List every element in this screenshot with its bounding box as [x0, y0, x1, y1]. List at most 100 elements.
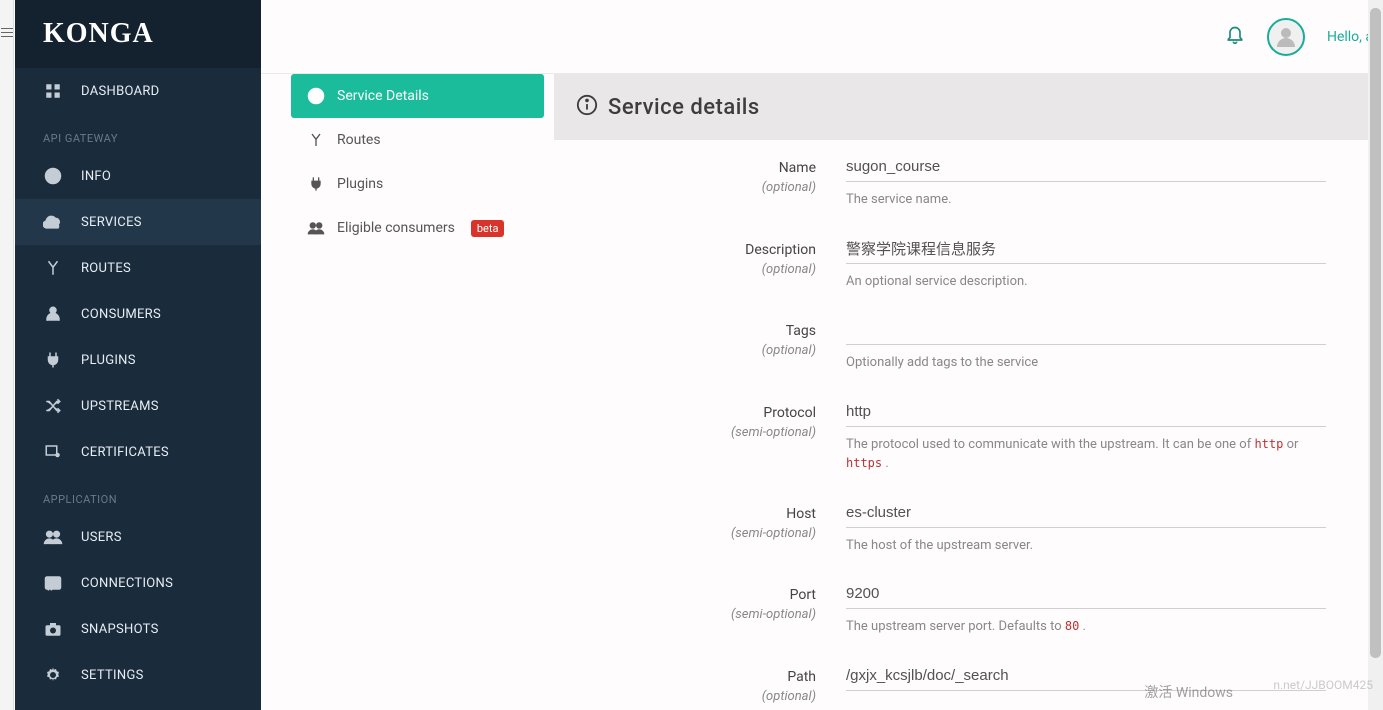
host-input[interactable] [846, 498, 1326, 528]
sidebar-item-routes[interactable]: ROUTES [15, 245, 261, 291]
subnav-label: Plugins [337, 176, 383, 192]
sidebar-item-label: UPSTREAMS [81, 399, 159, 414]
plug-icon [307, 175, 325, 193]
host-help: The host of the upstream server. [846, 536, 1326, 556]
subnav-label: Routes [337, 132, 381, 148]
subnav: Service Details Routes Plugins [261, 74, 554, 710]
sidebar-item-label: SERVICES [81, 215, 142, 230]
sidebar-item-snapshots[interactable]: SNAPSHOTS [15, 606, 261, 652]
description-help: An optional service description. [846, 272, 1326, 292]
tags-help: Optionally add tags to the service [846, 353, 1326, 373]
scrollbar-track[interactable] [1368, 0, 1383, 710]
left-edge [0, 0, 14, 710]
sidebar-item-label: CONNECTIONS [81, 576, 173, 591]
sidebar-item-label: DASHBOARD [81, 84, 160, 99]
sidebar-item-label: SNAPSHOTS [81, 622, 159, 637]
protocol-label: Protocol [554, 405, 816, 421]
sidebar-item-label: CERTIFICATES [81, 445, 169, 460]
protocol-help: The protocol used to communicate with th… [846, 435, 1326, 474]
form-row-path: Path (optional) [554, 649, 1373, 710]
sidebar-item-label: PLUGINS [81, 353, 136, 368]
brand-text: KONGA [43, 18, 233, 50]
form-row-port: Port (semi-optional) The upstream server… [554, 567, 1373, 649]
port-hint: (semi-optional) [731, 607, 816, 622]
scrollbar-thumb[interactable] [1370, 8, 1381, 658]
form-row-protocol: Protocol (semi-optional) The protocol us… [554, 385, 1373, 486]
sidebar-item-label: SETTINGS [81, 668, 144, 683]
sidebar-item-services[interactable]: SERVICES [15, 199, 261, 245]
info-icon [43, 166, 63, 186]
description-label: Description [554, 242, 816, 258]
subnav-eligible-consumers[interactable]: Eligible consumers beta [291, 206, 544, 250]
section-api-gateway: API GATEWAY [15, 114, 261, 153]
description-hint: (optional) [762, 262, 816, 277]
beta-badge: beta [471, 220, 505, 237]
person-icon [43, 304, 63, 324]
tags-hint: (optional) [762, 343, 816, 358]
sidebar-item-label: INFO [81, 169, 111, 184]
avatar[interactable] [1267, 18, 1305, 56]
name-input[interactable] [846, 152, 1326, 182]
subnav-label: Service Details [337, 88, 429, 104]
port-help: The upstream server port. Defaults to 80… [846, 617, 1326, 637]
tags-label: Tags [554, 323, 816, 339]
sidebar-item-users[interactable]: USERS [15, 514, 261, 560]
protocol-input[interactable] [846, 397, 1326, 427]
certificate-icon [43, 442, 63, 462]
form-row-host: Host (semi-optional) The host of the ups… [554, 486, 1373, 568]
info-circle-icon [576, 94, 598, 120]
sidebar: KONGA DASHBOARD API GATEWAY INFO SERVICE… [15, 0, 261, 710]
port-label: Port [554, 587, 816, 603]
panel-header: Service details [554, 74, 1373, 140]
logo[interactable]: KONGA [15, 0, 261, 68]
sidebar-item-label: USERS [81, 530, 122, 545]
cast-icon [43, 573, 63, 593]
path-label: Path [554, 669, 816, 685]
gear-icon [43, 665, 63, 685]
form-row-description: Description (optional) An optional servi… [554, 222, 1373, 304]
sidebar-item-info[interactable]: INFO [15, 153, 261, 199]
sidebar-item-connections[interactable]: CONNECTIONS [15, 560, 261, 606]
sidebar-item-dashboard[interactable]: DASHBOARD [15, 68, 261, 114]
sidebar-item-certificates[interactable]: CERTIFICATES [15, 429, 261, 475]
sidebar-item-settings[interactable]: SETTINGS [15, 652, 261, 698]
camera-icon [43, 619, 63, 639]
sidebar-item-plugins[interactable]: PLUGINS [15, 337, 261, 383]
port-input[interactable] [846, 579, 1326, 609]
main-area: Hello, a Service Details Routes [261, 0, 1383, 710]
protocol-hint: (semi-optional) [731, 425, 816, 440]
users-icon [43, 527, 63, 547]
form-row-name: Name (optional) The service name. [554, 140, 1373, 222]
host-label: Host [554, 506, 816, 522]
description-input[interactable] [846, 234, 1326, 264]
subnav-routes[interactable]: Routes [291, 118, 544, 162]
name-label: Name [554, 160, 816, 176]
shuffle-icon [43, 396, 63, 416]
section-application: APPLICATION [15, 475, 261, 514]
routes-icon [43, 258, 63, 278]
host-hint: (semi-optional) [731, 526, 816, 541]
sidebar-item-label: CONSUMERS [81, 307, 161, 322]
name-help: The service name. [846, 190, 1326, 210]
sidebar-item-consumers[interactable]: CONSUMERS [15, 291, 261, 337]
info-icon [307, 87, 325, 105]
dashboard-icon [43, 81, 63, 101]
name-hint: (optional) [762, 180, 816, 195]
hamburger-icon[interactable] [0, 28, 14, 37]
tags-input[interactable] [846, 315, 1326, 345]
panel-title: Service details [608, 95, 760, 120]
sidebar-item-upstreams[interactable]: UPSTREAMS [15, 383, 261, 429]
form-row-tags: Tags (optional) Optionally add tags to t… [554, 303, 1373, 385]
users-icon [307, 219, 325, 237]
header: Hello, a [261, 0, 1383, 74]
details-panel: Service details Name (optional) The serv… [554, 74, 1383, 710]
path-input[interactable] [846, 661, 1326, 691]
subnav-plugins[interactable]: Plugins [291, 162, 544, 206]
subnav-label: Eligible consumers [337, 220, 455, 236]
notification-bell-icon[interactable] [1225, 24, 1245, 50]
cloud-icon [43, 212, 63, 232]
greeting-text[interactable]: Hello, a [1327, 29, 1373, 45]
subnav-service-details[interactable]: Service Details [291, 74, 544, 118]
path-hint: (optional) [762, 689, 816, 704]
routes-icon [307, 131, 325, 149]
